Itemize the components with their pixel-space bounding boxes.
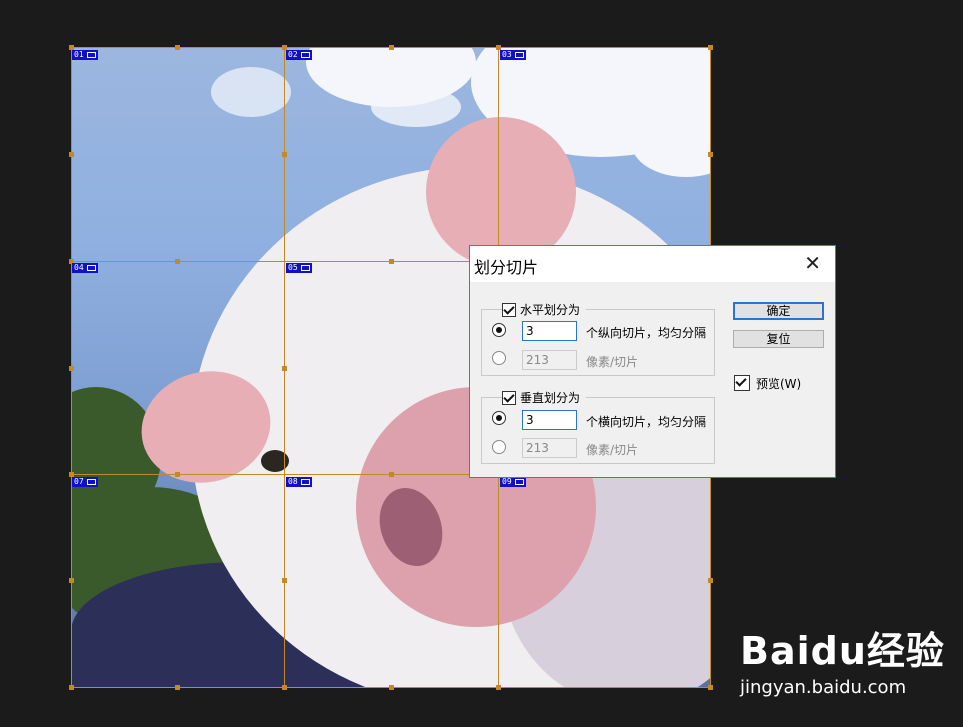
close-icon[interactable]: ✕ <box>804 253 821 273</box>
slice-number: 07 <box>74 477 84 486</box>
vertical-divide-label: 垂直划分为 <box>520 391 581 405</box>
slice-handle[interactable] <box>175 472 180 477</box>
vertical-count-input[interactable]: 3 <box>522 410 577 430</box>
slice-handle[interactable] <box>708 578 713 583</box>
slice-handle[interactable] <box>708 45 713 50</box>
image-icon <box>300 265 310 271</box>
slice-tag: 05 <box>286 263 312 273</box>
slice-number: 04 <box>74 263 84 272</box>
image-icon <box>86 479 96 485</box>
slice-handle[interactable] <box>389 259 394 264</box>
slice-tag: 04 <box>72 263 98 273</box>
horizontal-pixels-radio[interactable] <box>492 351 506 365</box>
slice-number: 09 <box>502 477 512 486</box>
slice-tag: 01 <box>72 50 98 60</box>
slice-handle[interactable] <box>389 685 394 690</box>
slice-handle[interactable] <box>69 578 74 583</box>
horizontal-count-radio[interactable] <box>492 323 506 337</box>
slice-number: 05 <box>288 263 298 272</box>
ok-button[interactable]: 确定 <box>733 302 824 320</box>
vertical-count-radio[interactable] <box>492 411 506 425</box>
slice-tag: 02 <box>286 50 312 60</box>
dialog-title: 划分切片 <box>474 258 539 277</box>
slice-handle[interactable] <box>496 685 501 690</box>
horizontal-count-input[interactable]: 3 <box>522 321 577 341</box>
slice-handle[interactable] <box>708 685 713 690</box>
horizontal-divide-legend: 水平划分为 <box>502 301 587 318</box>
slice-number: 03 <box>502 50 512 59</box>
slice-handle[interactable] <box>282 578 287 583</box>
vertical-divide-checkbox[interactable] <box>502 390 516 405</box>
slice-number: 02 <box>288 50 298 59</box>
divide-slice-dialog: 划分切片 ✕ 水平划分为 3 个纵向切片，均匀分隔 213 像素/切片 垂直划分… <box>469 245 836 478</box>
vertical-divide-legend: 垂直划分为 <box>502 389 587 406</box>
slice-tag: 03 <box>500 50 526 60</box>
baidu-watermark: Baidu经验 jingyan.baidu.com <box>740 620 945 698</box>
slice-handle[interactable] <box>69 685 74 690</box>
slice-number: 01 <box>74 50 84 59</box>
slice-handle[interactable] <box>282 366 287 371</box>
vertical-pixels-radio[interactable] <box>492 440 506 454</box>
horizontal-divide-checkbox[interactable] <box>502 302 516 317</box>
reset-button[interactable]: 复位 <box>733 330 824 348</box>
slice-handle[interactable] <box>175 259 180 264</box>
slice-handle[interactable] <box>389 472 394 477</box>
dialog-titlebar[interactable]: 划分切片 ✕ <box>470 246 835 282</box>
slice-handle[interactable] <box>389 45 394 50</box>
watermark-url: jingyan.baidu.com <box>740 677 907 698</box>
horizontal-divide-label: 水平划分为 <box>520 303 581 317</box>
cloud-shape <box>371 87 461 127</box>
horizontal-pixels-input[interactable]: 213 <box>522 350 577 370</box>
horizontal-count-text: 个纵向切片，均匀分隔 <box>586 326 707 340</box>
slice-handle[interactable] <box>69 366 74 371</box>
slice-tag: 09 <box>500 477 526 487</box>
slice-number: 08 <box>288 477 298 486</box>
preview-label: 预览(W) <box>756 377 802 391</box>
vertical-count-text: 个横向切片，均匀分隔 <box>586 415 707 429</box>
slice-handle[interactable] <box>69 152 74 157</box>
image-icon <box>86 265 96 271</box>
image-icon <box>514 479 524 485</box>
cloud-shape <box>211 67 291 117</box>
slice-tag: 07 <box>72 477 98 487</box>
slice-tag: 08 <box>286 477 312 487</box>
slice-handle[interactable] <box>282 152 287 157</box>
slice-handle[interactable] <box>708 152 713 157</box>
slice-handle[interactable] <box>282 685 287 690</box>
image-icon <box>300 52 310 58</box>
image-icon <box>86 52 96 58</box>
image-icon <box>300 479 310 485</box>
slice-handle[interactable] <box>175 45 180 50</box>
image-icon <box>514 52 524 58</box>
watermark-brand: Baidu经验 <box>740 629 945 673</box>
vertical-pixels-text: 像素/切片 <box>586 443 639 457</box>
preview-checkbox[interactable] <box>734 375 750 391</box>
slice-handle[interactable] <box>175 685 180 690</box>
horizontal-pixels-text: 像素/切片 <box>586 355 639 369</box>
vertical-pixels-input[interactable]: 213 <box>522 438 577 458</box>
